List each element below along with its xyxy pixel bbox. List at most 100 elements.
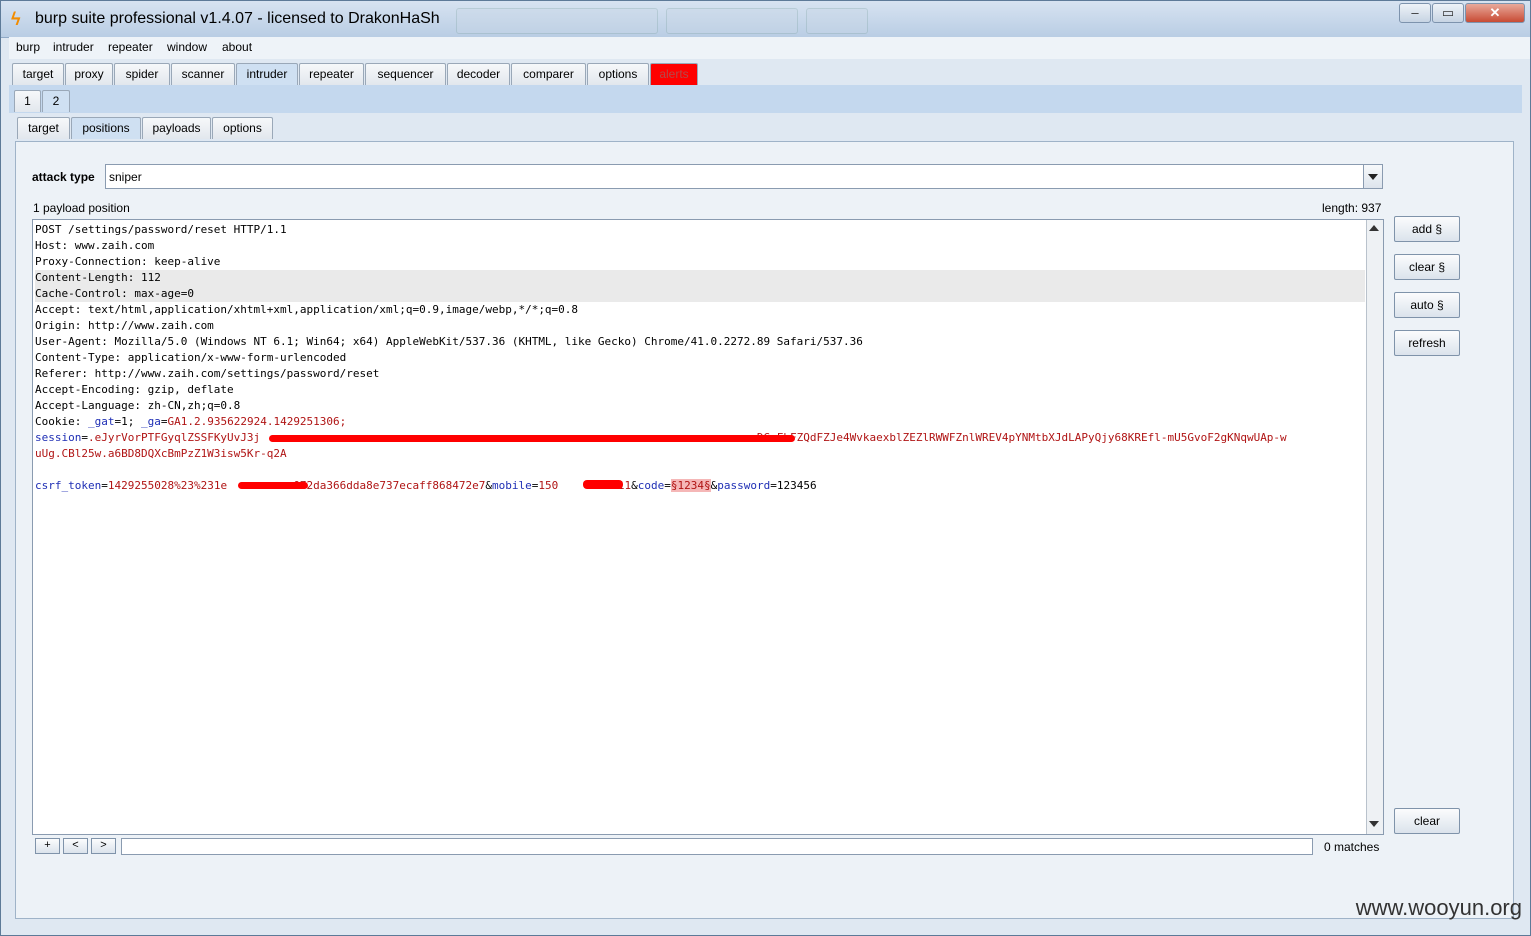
- tab-decoder[interactable]: decoder: [447, 63, 510, 85]
- payload-marker[interactable]: §1234§: [670, 479, 711, 492]
- scroll-up-icon[interactable]: [1369, 222, 1380, 234]
- param-name: mobile: [492, 479, 532, 492]
- attack-type-value: sniper: [109, 170, 142, 184]
- match-count: 0 matches: [1324, 840, 1380, 854]
- tab-proxy[interactable]: proxy: [65, 63, 113, 85]
- request-line: User-Agent: Mozilla/5.0 (Windows NT 6.1;…: [35, 334, 1365, 350]
- request-text-segment: =: [664, 479, 671, 492]
- subtab-options[interactable]: options: [212, 117, 273, 139]
- add-marker-button[interactable]: add §: [1394, 216, 1460, 242]
- request-text-segment: 123456: [776, 479, 817, 492]
- watermark: www.wooyun.org: [1355, 895, 1522, 920]
- refresh-button[interactable]: refresh: [1394, 330, 1460, 356]
- tab-spider[interactable]: spider: [114, 63, 170, 85]
- param-name: _ga: [140, 415, 161, 428]
- minimize-button[interactable]: ‒: [1399, 3, 1431, 23]
- tab-target[interactable]: target: [12, 63, 64, 85]
- request-line: csrf_token=1429255028%23%231e 072da366dd…: [35, 478, 1365, 494]
- request-line: Content-Length: 112: [35, 270, 1365, 286]
- request-text-segment: Cookie:: [35, 415, 88, 428]
- tab-comparer[interactable]: comparer: [511, 63, 586, 85]
- param-name: session: [35, 431, 82, 444]
- param-value: 1429255028%23%231e: [107, 479, 228, 492]
- tab-scanner[interactable]: scanner: [171, 63, 235, 85]
- request-line: Accept-Encoding: gzip, deflate: [35, 382, 1365, 398]
- request-text-segment: =1;: [114, 415, 141, 428]
- maximize-button[interactable]: ▭: [1432, 3, 1464, 23]
- redaction-mark-token: [238, 482, 308, 489]
- editor-scrollbar[interactable]: [1366, 220, 1383, 834]
- param-name: csrf_token: [35, 479, 102, 492]
- param-name: password: [717, 479, 771, 492]
- title-bar: ϟ burp suite professional v1.4.07 - lice…: [1, 1, 1530, 38]
- request-text-segment: POST /settings/password/reset HTTP/1.1: [35, 223, 287, 236]
- menu-burp[interactable]: burp: [16, 40, 40, 54]
- redaction-mark-mobile: [583, 480, 623, 489]
- menu-intruder[interactable]: intruder: [53, 40, 94, 54]
- search-options-button[interactable]: +: [35, 838, 60, 854]
- burp-window: ϟ burp suite professional v1.4.07 - lice…: [0, 0, 1531, 936]
- param-value: .eJyrVorPTFGyqlZSSFKyUvJ3j: [87, 431, 261, 444]
- request-line: Content-Type: application/x-www-form-url…: [35, 350, 1365, 366]
- burp-bolt-icon: ϟ: [11, 9, 21, 29]
- request-text-segment: &: [631, 479, 638, 492]
- attack-type-label: attack type: [32, 170, 95, 184]
- request-line: [35, 462, 1365, 478]
- subtab-payloads[interactable]: payloads: [142, 117, 211, 139]
- request-text-segment: Origin: http://www.zaih.com: [35, 319, 214, 332]
- menu-bar: burp intruder repeater window about: [9, 37, 1530, 59]
- param-name: _gat: [87, 415, 115, 428]
- request-line: POST /settings/password/reset HTTP/1.1: [35, 222, 1365, 238]
- attack-tab-band: [9, 85, 1522, 113]
- payload-count: 1 payload position: [33, 201, 130, 215]
- request-editor[interactable]: POST /settings/password/reset HTTP/1.1 Ho…: [32, 219, 1384, 835]
- request-text-segment: Accept-Encoding: gzip, deflate: [35, 383, 234, 396]
- request-text-segment: Accept-Language: zh-CN,zh;q=0.8: [35, 399, 241, 412]
- request-line: Cache-Control: max-age=0: [35, 286, 1365, 302]
- close-button[interactable]: ✕: [1465, 3, 1525, 23]
- tab-repeater[interactable]: repeater: [299, 63, 364, 85]
- subtab-target[interactable]: target: [17, 117, 70, 139]
- tab-intruder[interactable]: intruder: [236, 63, 298, 85]
- request-line: Accept: text/html,application/xhtml+xml,…: [35, 302, 1365, 318]
- chevron-down-icon[interactable]: [1363, 165, 1382, 188]
- request-text-segment: Content-Length: 112: [35, 271, 161, 284]
- request-text-segment: Proxy-Connection: keep-alive: [35, 255, 221, 268]
- subtab-positions[interactable]: positions: [71, 117, 141, 139]
- param-value: 072da366dda8e737ecaff868472e7: [293, 479, 486, 492]
- clear-marker-button[interactable]: clear §: [1394, 254, 1460, 280]
- tab-sequencer[interactable]: sequencer: [365, 63, 446, 85]
- attack-tab-1[interactable]: 1: [14, 90, 41, 112]
- search-prev-button[interactable]: <: [63, 838, 88, 854]
- menu-window[interactable]: window: [167, 40, 207, 54]
- menu-about[interactable]: about: [222, 40, 252, 54]
- scroll-down-icon[interactable]: [1369, 818, 1380, 830]
- request-text[interactable]: POST /settings/password/reset HTTP/1.1 Ho…: [35, 222, 1365, 494]
- search-next-button[interactable]: >: [91, 838, 116, 854]
- param-value: 150: [538, 479, 559, 492]
- menu-repeater[interactable]: repeater: [108, 40, 153, 54]
- tab-alerts[interactable]: alerts: [650, 63, 698, 85]
- request-text-segment: =: [81, 431, 88, 444]
- request-line: Origin: http://www.zaih.com: [35, 318, 1365, 334]
- search-input[interactable]: [121, 838, 1313, 855]
- request-line: Accept-Language: zh-CN,zh;q=0.8: [35, 398, 1365, 414]
- tab-options[interactable]: options: [587, 63, 649, 85]
- auto-marker-button[interactable]: auto §: [1394, 292, 1460, 318]
- param-value: DG-FbFZQdFZJe4WvkaexblZEZlRWWFZnlWREV4pY…: [756, 431, 1287, 444]
- clear-button[interactable]: clear: [1394, 808, 1460, 834]
- request-line: Cookie: _gat=1; _ga=GA1.2.935622924.1429…: [35, 414, 1365, 430]
- request-text-segment: =: [101, 479, 108, 492]
- request-text-segment: Host: www.zaih.com: [35, 239, 155, 252]
- attack-tab-2[interactable]: 2: [42, 90, 70, 112]
- attack-type-select[interactable]: sniper: [105, 164, 1383, 189]
- request-line: Host: www.zaih.com: [35, 238, 1365, 254]
- param-name: code: [637, 479, 665, 492]
- request-text-segment: Cache-Control: max-age=0: [35, 287, 194, 300]
- request-text-segment: Accept: text/html,application/xhtml+xml,…: [35, 303, 579, 316]
- redaction-mark-session: [269, 435, 795, 442]
- window-title: burp suite professional v1.4.07 - licens…: [35, 10, 440, 27]
- param-value: GA1.2.935622924.1429251306;: [167, 415, 347, 428]
- request-line: Referer: http://www.zaih.com/settings/pa…: [35, 366, 1365, 382]
- request-text-segment: =: [770, 479, 777, 492]
